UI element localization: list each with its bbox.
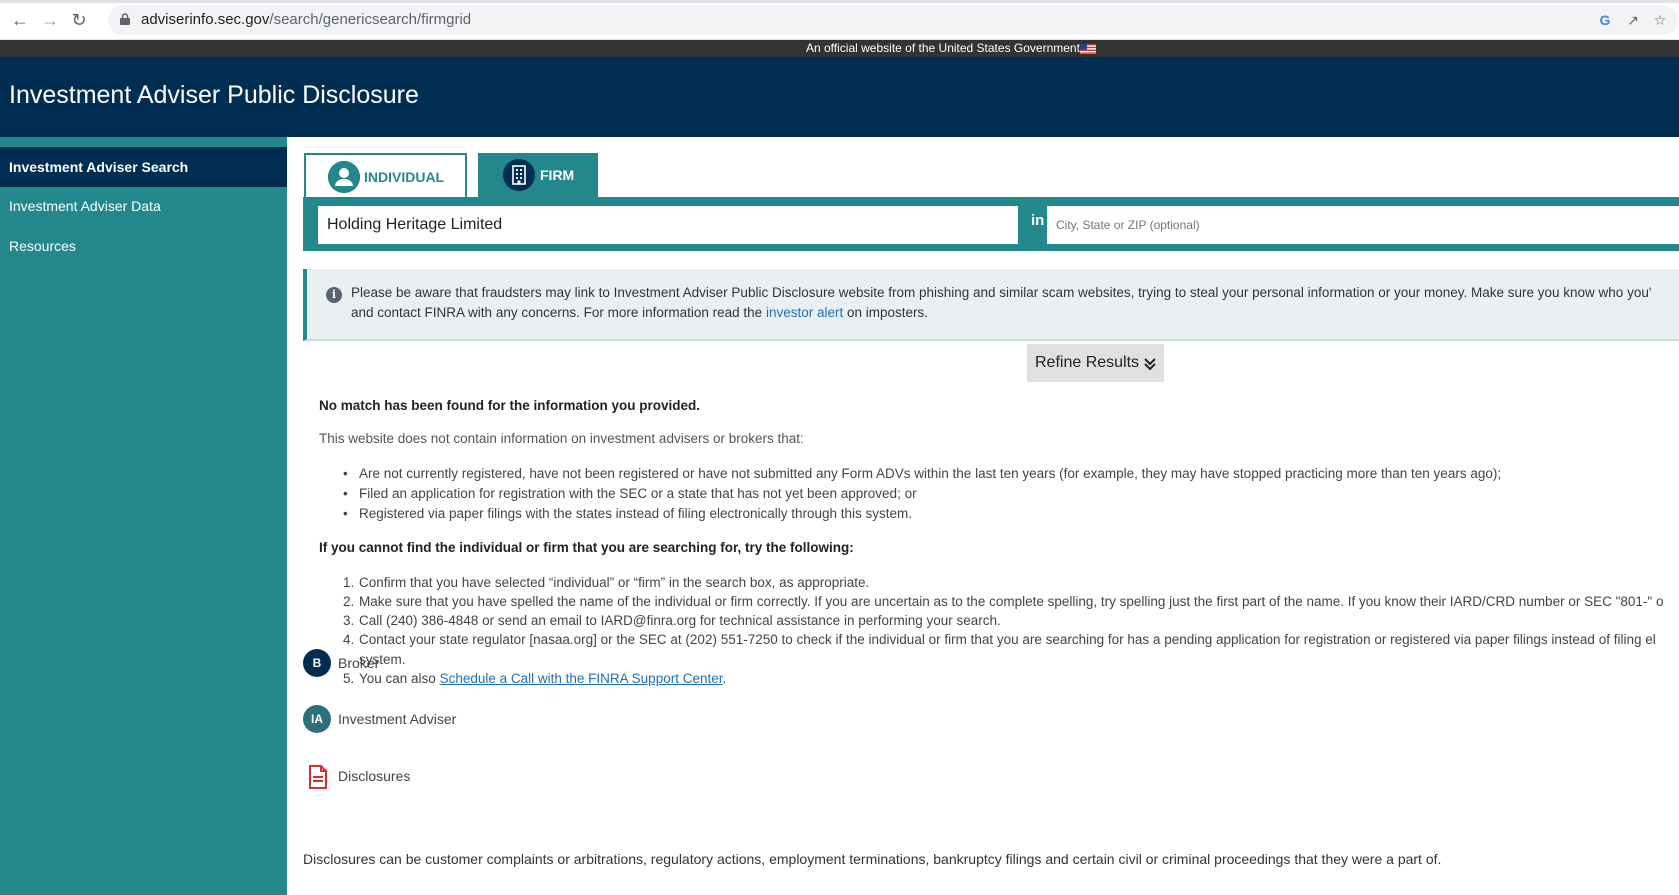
location-input[interactable] bbox=[1047, 206, 1679, 244]
disclosures-description: Disclosures can be customer complaints o… bbox=[303, 851, 1442, 867]
list-item: 5. You can also Schedule a Call with the … bbox=[343, 671, 727, 686]
step-text: Call (240) 386-4848 or send an email to … bbox=[359, 613, 1001, 628]
broker-badge: B bbox=[303, 649, 331, 677]
person-icon bbox=[328, 161, 360, 193]
sidebar-item-investment-adviser-data[interactable]: Investment Adviser Data bbox=[0, 186, 287, 226]
bookmark-star-icon[interactable]: ☆ bbox=[1650, 10, 1670, 30]
us-flag-icon bbox=[1080, 44, 1096, 54]
alert-line-2-text: and contact FINRA with any concerns. For… bbox=[351, 305, 766, 320]
sidebar-item-resources[interactable]: Resources bbox=[0, 226, 287, 266]
address-bar[interactable]: adviserinfo.sec.gov/search/genericsearch… bbox=[108, 5, 1678, 35]
step-text: Confirm that you have selected “individu… bbox=[359, 575, 870, 590]
forward-icon[interactable]: → bbox=[38, 8, 62, 32]
list-item: 2. Make sure that you have spelled the na… bbox=[343, 594, 1664, 609]
try-following-heading: If you cannot find the individual or fir… bbox=[319, 540, 854, 555]
url-text: adviserinfo.sec.gov/search/genericsearch… bbox=[141, 11, 471, 28]
site-title[interactable]: Investment Adviser Public Disclosure bbox=[9, 81, 419, 110]
sidebar: Investment Adviser Search Investment Adv… bbox=[0, 137, 287, 895]
intro-text: This website does not contain informatio… bbox=[319, 431, 804, 446]
document-icon bbox=[309, 765, 327, 789]
list-item: 4. Contact your state regulator [nasaa.or… bbox=[343, 632, 1656, 667]
browser-toolbar: ← → ↻ adviserinfo.sec.gov/search/generic… bbox=[0, 0, 1679, 40]
reload-icon[interactable]: ↻ bbox=[67, 8, 91, 32]
refine-results-button[interactable]: Refine Results bbox=[1027, 344, 1164, 382]
list-item: 3. Call (240) 386-4848 or send an email t… bbox=[343, 613, 1001, 628]
url-domain: adviserinfo.sec.gov bbox=[141, 11, 270, 28]
alert-line-2-end: on imposters. bbox=[843, 305, 929, 320]
firm-search-input[interactable] bbox=[318, 206, 1018, 244]
tab-firm-label: FIRM bbox=[540, 167, 575, 183]
tab-firm[interactable]: FIRM bbox=[478, 153, 598, 197]
share-icon[interactable]: ↗ bbox=[1623, 10, 1643, 30]
back-icon[interactable]: ← bbox=[8, 8, 32, 32]
steps-list: 1. Confirm that you have selected “indivi… bbox=[343, 573, 1663, 688]
alert-line-1: Please be aware that fraudsters may link… bbox=[351, 285, 1652, 300]
tab-strip bbox=[0, 0, 1679, 3]
investor-alert-link[interactable]: investor alert bbox=[766, 305, 843, 320]
step-text: You can also bbox=[359, 671, 440, 686]
investment-adviser-badge: IA bbox=[303, 705, 331, 733]
building-icon bbox=[503, 159, 535, 191]
list-item: 1. Confirm that you have selected “indivi… bbox=[343, 575, 870, 590]
list-item: Filed an application for registration wi… bbox=[343, 484, 1501, 504]
alert-line-2: and contact FINRA with any concerns. For… bbox=[351, 303, 1651, 323]
sidebar-item-investment-adviser-search[interactable]: Investment Adviser Search bbox=[0, 147, 287, 187]
double-chevron-down-icon bbox=[1144, 344, 1156, 382]
gov-banner: An official website of the United States… bbox=[0, 40, 1679, 57]
gov-banner-text: An official website of the United States… bbox=[806, 41, 1080, 55]
lock-icon bbox=[120, 13, 130, 25]
step-text: Contact your state regulator [nasaa.org]… bbox=[359, 632, 1656, 647]
investment-adviser-label: Investment Adviser bbox=[338, 711, 457, 727]
reasons-list: Are not currently registered, have not b… bbox=[343, 464, 1501, 524]
refine-results-label: Refine Results bbox=[1035, 354, 1140, 371]
main-content: INDIVIDUAL FIRM in i Please be aware tha… bbox=[287, 137, 1679, 895]
site-header: Investment Adviser Public Disclosure bbox=[0, 57, 1679, 137]
in-label: in bbox=[1031, 212, 1045, 229]
no-match-message: No match has been found for the informat… bbox=[319, 398, 701, 413]
disclosures-label: Disclosures bbox=[338, 768, 411, 784]
search-bar: in bbox=[303, 197, 1679, 251]
step-text: Make sure that you have spelled the name… bbox=[359, 594, 1664, 609]
broker-label: Broker bbox=[338, 655, 380, 671]
step-text-end: . bbox=[722, 671, 727, 686]
schedule-call-link[interactable]: Schedule a Call with the FINRA Support C… bbox=[440, 671, 723, 686]
list-item: Registered via paper filings with the st… bbox=[343, 504, 1501, 524]
info-icon: i bbox=[326, 287, 342, 303]
alert-text: Please be aware that fraudsters may link… bbox=[351, 283, 1651, 323]
list-item: Are not currently registered, have not b… bbox=[343, 464, 1501, 484]
url-path: /search/genericsearch/firmgrid bbox=[269, 11, 472, 28]
tab-individual-label: INDIVIDUAL bbox=[364, 169, 445, 185]
fraud-alert: i Please be aware that fraudsters may li… bbox=[303, 269, 1679, 341]
tab-individual[interactable]: INDIVIDUAL bbox=[304, 153, 467, 197]
google-icon[interactable]: G bbox=[1595, 10, 1615, 30]
